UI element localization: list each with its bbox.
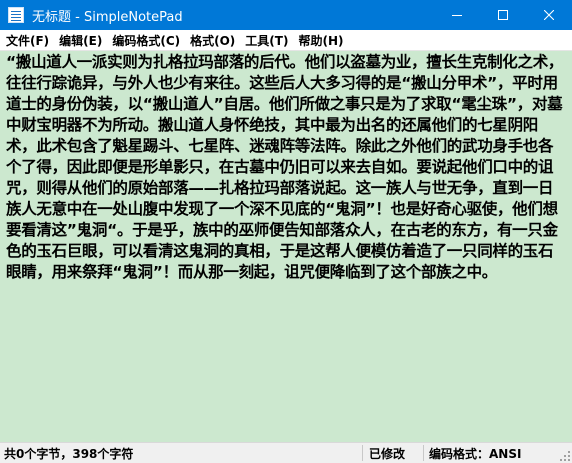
- maximize-button[interactable]: [480, 0, 526, 30]
- menu-bar: 文件(F) 编辑(E) 编码格式(C) 格式(O) 工具(T) 帮助(H): [0, 30, 572, 50]
- window-title: 无标题 - SimpleNotePad: [32, 9, 183, 25]
- menu-format[interactable]: 格式(O): [186, 32, 239, 49]
- status-divider: [362, 445, 363, 461]
- window-controls: [434, 0, 572, 30]
- status-counts: 共0个字节，398个字符: [4, 446, 134, 461]
- minimize-button[interactable]: [434, 0, 480, 30]
- status-modified: 已修改: [369, 446, 406, 461]
- resize-grip-icon[interactable]: [559, 450, 571, 462]
- maximize-icon: [498, 10, 508, 20]
- title-bar[interactable]: 无标题 - SimpleNotePad: [0, 0, 572, 30]
- menu-file[interactable]: 文件(F): [2, 32, 53, 49]
- close-button[interactable]: [526, 0, 572, 30]
- text-editor[interactable]: “搬山道人一派实则为扎格拉玛部落的后代。他们以盗墓为业，擅长生克制化之术，往往行…: [0, 50, 572, 442]
- notepad-app-icon: [8, 7, 24, 23]
- editor-content[interactable]: “搬山道人一派实则为扎格拉玛部落的后代。他们以盗墓为业，擅长生克制化之术，往往行…: [6, 52, 566, 283]
- close-icon: [544, 10, 554, 20]
- menu-tools[interactable]: 工具(T): [241, 32, 292, 49]
- status-encoding: 编码格式：ANSI: [429, 446, 522, 461]
- menu-encoding[interactable]: 编码格式(C): [108, 32, 184, 49]
- notepad-window: 无标题 - SimpleNotePad 文件(F) 编辑(E) 编码格式(C) …: [0, 0, 572, 463]
- status-bar: 共0个字节，398个字符 已修改 编码格式：ANSI: [0, 442, 572, 463]
- menu-edit[interactable]: 编辑(E): [55, 32, 106, 49]
- status-divider: [423, 445, 424, 461]
- minimize-icon: [452, 15, 462, 16]
- menu-help[interactable]: 帮助(H): [294, 32, 347, 49]
